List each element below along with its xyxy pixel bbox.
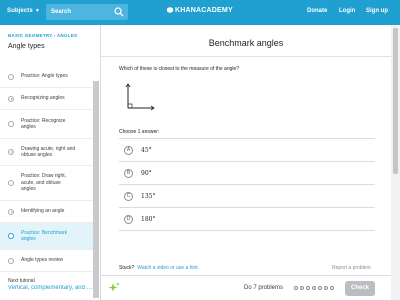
breadcrumb[interactable]: BASIC GEOMETRY › ANGLES xyxy=(8,33,77,38)
signup-link[interactable]: Sign up xyxy=(366,8,388,14)
sidebar-item-practice-benchmark-angles[interactable]: Practice: Benchmark angles xyxy=(0,223,93,250)
sidebar-item-drawing-angles[interactable]: Drawing acute, right and obtuse angles xyxy=(0,139,93,166)
sidebar-item-label: Practice: Recognize angles xyxy=(21,117,66,131)
search-input[interactable]: Search xyxy=(46,4,128,20)
progress-dot xyxy=(300,286,304,290)
circle-icon xyxy=(8,180,14,186)
chevron-down-icon: ▼ xyxy=(34,8,40,14)
sparkle-icon xyxy=(108,283,119,292)
choice-value: 135° xyxy=(141,193,156,200)
sidebar-item-practice-draw-angles[interactable]: Practice: Draw right, acute, and obtuse … xyxy=(0,166,93,201)
title-divider xyxy=(101,56,391,57)
tutorial-sidebar: BASIC GEOMETRY › ANGLES Angle types Prac… xyxy=(0,25,101,300)
check-button[interactable]: Check xyxy=(345,281,375,296)
sidebar-item-label: Recognizing angles xyxy=(21,95,65,102)
choose-label: Choose 1 answer: xyxy=(119,129,160,135)
next-tutorial-label: Next tutorial xyxy=(8,278,35,284)
login-link[interactable]: Login xyxy=(339,8,355,14)
tutorial-item-list: Practice: Angle types Recognizing angles… xyxy=(0,66,93,272)
top-navigation-bar: Subjects ▼ Search KHANACADEMY Donate Logi… xyxy=(0,0,400,25)
sidebar-item-angle-types-review[interactable]: Angle types review xyxy=(0,250,93,272)
progress-dot xyxy=(294,286,298,290)
search-placeholder: Search xyxy=(51,9,72,15)
sidebar-item-identifying-an-angle[interactable]: Identifying an angle xyxy=(0,201,93,223)
leaf-logo-icon xyxy=(167,7,173,13)
subjects-menu-button[interactable]: Subjects ▼ xyxy=(7,8,40,14)
khan-academy-logo[interactable]: KHANACADEMY xyxy=(167,7,233,14)
sidebar-item-label: Practice: Benchmark angles xyxy=(21,229,68,243)
progress-dot xyxy=(318,286,322,290)
sidebar-item-practice-recognize-angles[interactable]: Practice: Recognize angles xyxy=(0,110,93,139)
answer-choice-c[interactable]: C 135° xyxy=(119,185,375,208)
sidebar-item-practice-angle-types[interactable]: Practice: Angle types xyxy=(0,66,93,88)
subjects-label: Subjects xyxy=(7,8,33,14)
sidebar-title: Angle types xyxy=(8,43,45,50)
progress-label: Do 7 problems xyxy=(244,285,284,291)
angle-figure xyxy=(125,83,155,111)
hint-link[interactable]: Watch a video or use a hint. xyxy=(137,265,199,271)
report-problem-link[interactable]: Report a problem xyxy=(332,265,371,271)
progress-dot xyxy=(312,286,316,290)
choice-letter: B xyxy=(124,169,133,178)
play-icon xyxy=(8,208,14,215)
stuck-label: Stuck? xyxy=(119,265,135,271)
progress-dot xyxy=(330,286,334,290)
choice-value: 180° xyxy=(141,216,156,223)
choice-letter: D xyxy=(124,215,133,224)
sidebar-item-label: Practice: Angle types xyxy=(21,73,68,80)
answer-choice-b[interactable]: B 90° xyxy=(119,162,375,185)
logo-text: KHANACADEMY xyxy=(175,7,233,14)
circle-icon xyxy=(8,73,14,80)
sidebar-item-label: Identifying an angle xyxy=(21,208,65,215)
answer-choice-a[interactable]: A 45° xyxy=(119,139,375,162)
choice-letter: C xyxy=(124,192,133,201)
progress-dot xyxy=(324,286,328,290)
search-icon[interactable] xyxy=(114,7,124,17)
exercise-footer: Do 7 problems Check xyxy=(101,275,391,300)
progress-dot xyxy=(306,286,310,290)
answer-choice-d[interactable]: D 180° xyxy=(119,208,375,231)
question-text: Which of these is closest to the measure… xyxy=(119,66,240,72)
choice-letter: A xyxy=(124,146,133,155)
stuck-prompt: Stuck? Watch a video or use a hint. xyxy=(119,265,199,271)
play-icon xyxy=(8,149,14,155)
sidebar-item-label: Angle types review xyxy=(21,257,63,264)
next-tutorial-link[interactable]: Vertical, complementary, and supplementa… xyxy=(8,285,93,291)
play-icon xyxy=(8,95,14,102)
choice-value: 90° xyxy=(141,170,152,177)
page-title: Benchmark angles xyxy=(208,38,284,48)
circle-icon xyxy=(8,233,14,239)
choice-value: 45° xyxy=(141,147,152,154)
sidebar-item-recognizing-angles[interactable]: Recognizing angles xyxy=(0,88,93,110)
exercise-panel: Benchmark angles Which of these is close… xyxy=(101,25,391,300)
circle-icon xyxy=(8,257,14,264)
donate-link[interactable]: Donate xyxy=(307,8,327,14)
sidebar-item-label: Practice: Draw right, acute, and obtuse … xyxy=(21,173,67,193)
problem-progress-dots xyxy=(294,286,334,290)
sidebar-item-label: Drawing acute, right and obtuse angles xyxy=(21,145,76,159)
answer-choices: A 45° B 90° C 135° D 180° xyxy=(119,138,375,231)
sidebar-scrollbar[interactable] xyxy=(93,81,99,298)
main-scrollbar[interactable] xyxy=(391,25,400,300)
circle-icon xyxy=(8,121,14,127)
scrollbar-thumb[interactable] xyxy=(393,28,398,174)
